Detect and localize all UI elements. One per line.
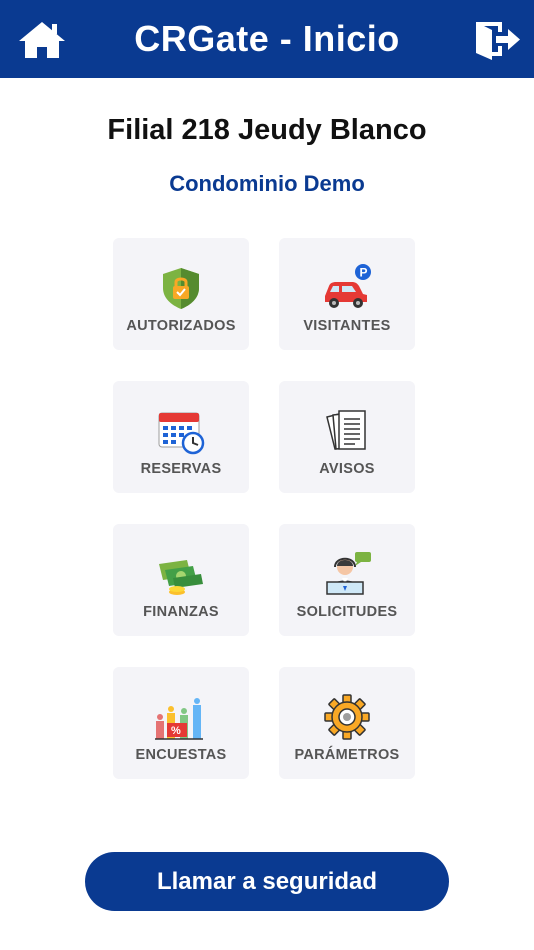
home-icon bbox=[19, 22, 65, 58]
call-security-button[interactable]: Llamar a seguridad bbox=[85, 852, 449, 911]
menu-visitantes[interactable]: P VISITANTES bbox=[279, 238, 415, 350]
menu-grid: AUTORIZADOS P VISITANTES RESERVAS AVISOS… bbox=[113, 238, 415, 779]
gear-icon bbox=[324, 694, 370, 740]
calendar-clock-icon bbox=[158, 412, 205, 455]
menu-parametros[interactable]: PARÁMETROS bbox=[279, 667, 415, 779]
menu-label: AUTORIZADOS bbox=[126, 318, 236, 334]
car-parking-icon: P bbox=[325, 264, 371, 308]
home-button[interactable] bbox=[17, 20, 67, 60]
menu-finanzas[interactable]: FINANZAS bbox=[113, 524, 249, 636]
menu-label: AVISOS bbox=[319, 461, 375, 477]
documents-icon bbox=[326, 410, 366, 450]
shield-check-icon bbox=[163, 268, 199, 309]
menu-avisos[interactable]: AVISOS bbox=[279, 381, 415, 493]
menu-label: VISITANTES bbox=[303, 318, 391, 334]
condominium-name: Condominio Demo bbox=[169, 171, 365, 196]
logout-button[interactable] bbox=[472, 18, 524, 62]
logout-icon bbox=[476, 22, 520, 60]
menu-encuestas[interactable]: % ENCUESTAS bbox=[113, 667, 249, 779]
menu-label: RESERVAS bbox=[140, 461, 222, 477]
menu-autorizados[interactable]: AUTORIZADOS bbox=[113, 238, 249, 350]
menu-solicitudes[interactable]: SOLICITUDES bbox=[279, 524, 415, 636]
svg-text:%: % bbox=[171, 725, 181, 737]
support-agent-icon bbox=[326, 552, 371, 595]
menu-label: SOLICITUDES bbox=[296, 604, 398, 620]
subsidiary-name: Filial 218 Jeudy Blanco bbox=[107, 114, 427, 146]
svg-text:P: P bbox=[360, 266, 368, 280]
page-title: CRGate - Inicio bbox=[134, 18, 400, 59]
menu-label: ENCUESTAS bbox=[135, 747, 227, 763]
menu-label: FINANZAS bbox=[143, 604, 219, 620]
menu-reservas[interactable]: RESERVAS bbox=[113, 381, 249, 493]
survey-chart-icon: % bbox=[155, 698, 203, 740]
app-header: CRGate - Inicio bbox=[0, 0, 534, 78]
money-icon bbox=[159, 560, 203, 595]
menu-label: PARÁMETROS bbox=[294, 747, 400, 763]
